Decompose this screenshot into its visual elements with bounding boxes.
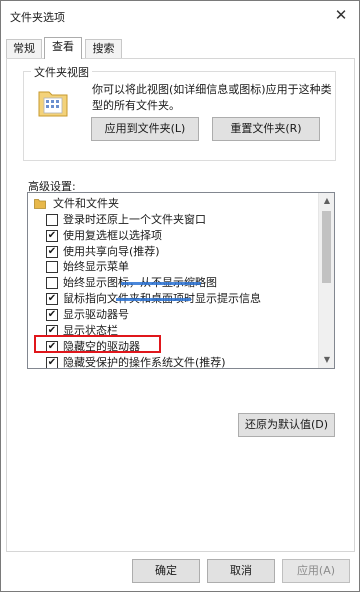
highlight-box [34,335,161,353]
checkbox-unchecked[interactable] [46,277,58,290]
scroll-down-icon[interactable]: ▼ [319,352,334,368]
tree-folder-row: 文件和文件夹 [28,196,318,212]
option-label: 使用共享向导(推荐) [63,244,160,258]
checkbox-option-row[interactable]: ✔ 使用复选框以选择项 [28,228,318,244]
title-bar[interactable]: 文件夹选项 ✕ [1,1,359,31]
option-label: 文件和文件夹 [53,197,119,210]
checkbox-option-row[interactable]: ✔ 隐藏受保护的操作系统文件(推荐) [28,355,318,369]
checkbox-option-row[interactable]: ✔ 显示驱动器号 [28,307,318,323]
checkbox-checked[interactable]: ✔ [46,293,58,306]
ok-button[interactable]: 确定 [132,559,200,583]
folder-icon [34,199,46,209]
folder-options-window: 文件夹选项 ✕ 常规 查看 搜索 文件夹视图 你可以将此视图(如详细信息或图标)… [0,0,360,592]
option-label: 登录时还原上一个文件夹窗口 [63,212,206,226]
option-label: 使用复选框以选择项 [63,228,162,242]
close-button[interactable]: ✕ [326,2,356,28]
restore-defaults-button[interactable]: 还原为默认值(D) [238,413,335,437]
tab-view[interactable]: 查看 [44,37,82,59]
checkbox-checked[interactable]: ✔ [46,245,58,258]
apply-to-folders-button[interactable]: 应用到文件夹(L) [91,117,199,141]
checkbox-unchecked[interactable] [46,261,58,274]
close-icon: ✕ [334,6,348,24]
option-label: 显示驱动器号 [63,307,129,321]
vertical-scrollbar[interactable]: ▲ ▼ [318,193,334,368]
option-label: 隐藏受保护的操作系统文件(推荐) [63,355,226,369]
checkbox-checked[interactable]: ✔ [46,229,58,242]
checkbox-checked[interactable]: ✔ [46,356,58,368]
folder-views-legend: 文件夹视图 [31,64,92,80]
tab-strip: 常规 查看 搜索 [6,37,356,59]
cancel-button[interactable]: 取消 [207,559,275,583]
checkbox-option-row[interactable]: ✔ 使用共享向导(推荐) [28,244,318,260]
window-title: 文件夹选项 [10,11,65,24]
render-artifact [116,298,191,301]
render-artifact [121,282,201,285]
scrollbar-thumb[interactable] [322,211,331,283]
folder-views-description: 你可以将此视图(如详细信息或图标)应用于这种类型的所有文件夹。 [92,83,332,112]
reset-folders-button[interactable]: 重置文件夹(R) [212,117,320,141]
scroll-up-icon[interactable]: ▲ [319,193,334,209]
apply-button[interactable]: 应用(A) [282,559,350,583]
tab-general[interactable]: 常规 [6,39,42,58]
option-label: 始终显示菜单 [63,260,129,274]
checkbox-option-row[interactable]: 登录时还原上一个文件夹窗口 [28,212,318,228]
tab-search[interactable]: 搜索 [85,39,122,58]
checkbox-checked[interactable]: ✔ [46,308,58,321]
checkbox-option-row[interactable]: 始终显示菜单 [28,259,318,275]
folder-view-icon [38,91,68,117]
checkbox-unchecked[interactable] [46,213,58,226]
